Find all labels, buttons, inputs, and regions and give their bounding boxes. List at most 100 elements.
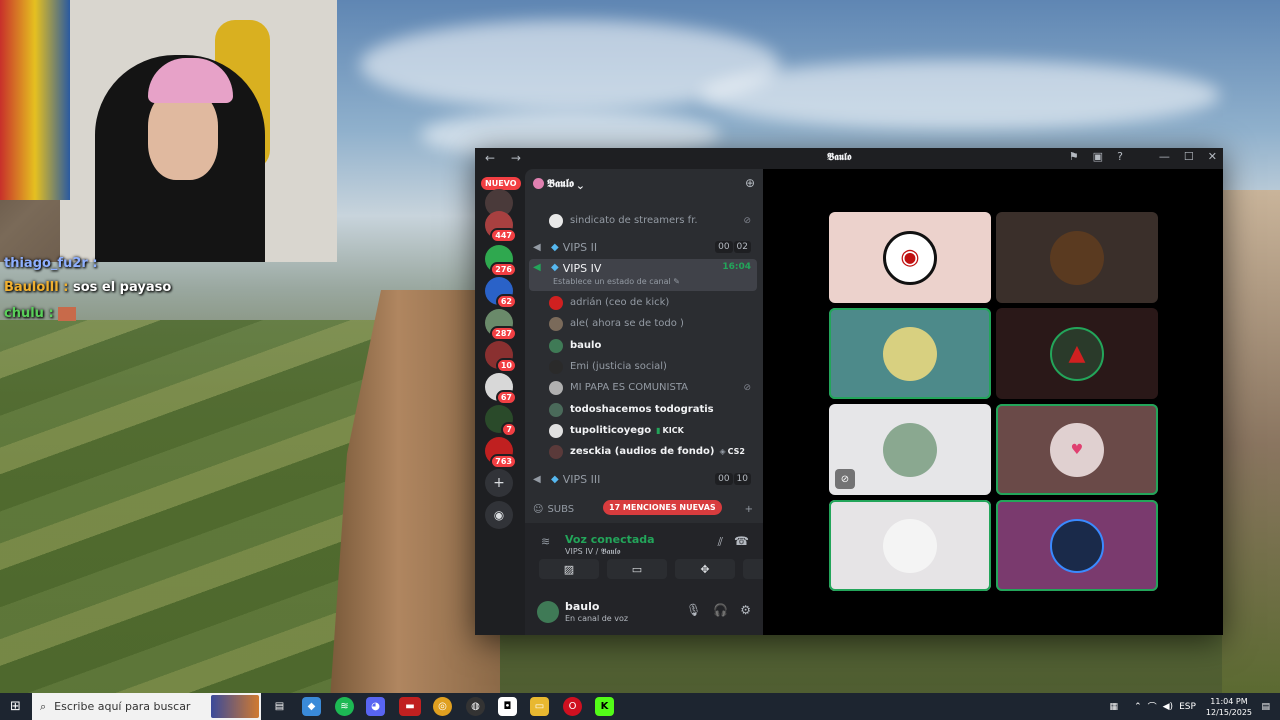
member-row[interactable]: MI PAPA ES COMUNISTA ⊘ xyxy=(549,378,757,397)
server-icon[interactable]: 7 xyxy=(485,405,517,437)
activity-tag: ▮ KICK xyxy=(656,426,684,435)
server-icon[interactable]: 67 xyxy=(485,373,517,405)
avatar xyxy=(883,422,937,477)
avatar: ♥ xyxy=(1050,422,1104,477)
game-icon: ◈ xyxy=(719,447,726,456)
voice-status[interactable]: Voz conectada xyxy=(565,533,655,546)
avatar[interactable] xyxy=(537,601,559,623)
member-name: Emi (justicia social) xyxy=(570,361,667,372)
server-rail: NUEVO 447 276 62 287 10 67 7 763 + ◉ xyxy=(475,169,525,635)
badge: 10 xyxy=(495,358,517,373)
kick-icon[interactable]: K xyxy=(595,697,614,716)
clock[interactable]: 11:04 PM 12/15/2025 xyxy=(1206,696,1252,718)
chevron-up-icon[interactable]: ⌃ xyxy=(1134,702,1142,712)
chrome-icon[interactable]: ◎ xyxy=(433,697,452,716)
screen-icon[interactable]: ▣ xyxy=(1093,150,1103,163)
new-mentions-pill[interactable]: 17 MENCIONES NUEVAS xyxy=(603,500,722,515)
count-b: 02 xyxy=(733,241,751,253)
participant-tile[interactable] xyxy=(829,308,991,399)
add-channel-icon[interactable]: + xyxy=(745,504,753,515)
opera-icon[interactable]: O xyxy=(563,697,582,716)
diamond-icon: ◆ xyxy=(551,262,559,273)
member-row[interactable]: baulo xyxy=(549,336,757,355)
mic-icon[interactable]: 🎙 xyxy=(686,603,701,617)
spotify-icon[interactable]: ≋ xyxy=(335,697,354,716)
discover-icon[interactable]: ◉ xyxy=(485,501,513,529)
participant-tile[interactable]: ♥ xyxy=(996,404,1158,495)
noise-suppression-icon[interactable]: ⫽ xyxy=(718,535,723,550)
count-a: 00 xyxy=(715,473,733,485)
member-row[interactable]: zesckia (audios de fondo) ◈ CS2 xyxy=(549,442,757,461)
channel-status[interactable]: Establece un estado de canal ✎ xyxy=(553,277,680,286)
tag-label: CS2 xyxy=(727,447,745,456)
windows-start-icon[interactable]: ⊞ xyxy=(10,699,21,714)
avatar xyxy=(883,518,937,573)
speaker-icon: ◀ xyxy=(533,262,541,273)
member-row[interactable]: ale( ahora se de todo ) xyxy=(549,314,757,333)
member-row[interactable]: Emi (justicia social) xyxy=(549,357,757,376)
app-icon[interactable]: ◘ xyxy=(498,697,517,716)
volume-icon[interactable]: ◀) xyxy=(1163,702,1173,712)
server-icon[interactable]: 10 xyxy=(485,341,517,373)
close-icon[interactable]: ✕ xyxy=(1208,150,1217,163)
notifications-icon[interactable]: ▤ xyxy=(1261,702,1270,712)
obs-icon[interactable]: ◍ xyxy=(466,697,485,716)
server-icon[interactable]: 276 xyxy=(485,245,517,277)
participant-tile[interactable] xyxy=(829,500,991,591)
screen-share-button[interactable]: ▭ xyxy=(607,559,667,579)
avatar xyxy=(549,423,563,438)
search-highlight-image xyxy=(211,695,259,718)
disconnect-icon[interactable]: ☎ xyxy=(734,534,749,548)
inbox-icon[interactable]: ⚑ xyxy=(1069,150,1079,163)
guild-header[interactable]: 𝕭𝖆𝖚𝖑𝖔 ⌄ ⊕ xyxy=(525,169,763,199)
camera-button[interactable]: ▨ xyxy=(539,559,599,579)
help-icon[interactable]: ? xyxy=(1117,150,1123,163)
discord-icon[interactable]: ◕ xyxy=(366,697,385,716)
voice-channel-vips4[interactable]: ◀ ◆ VIPS IV 16:04 Establece un estado de… xyxy=(529,259,757,291)
voice-channel-path[interactable]: VIPS IV / 𝕭𝖆𝖚𝖑𝖔 xyxy=(565,547,620,557)
window-title: 𝕭𝖆𝖚𝖑𝖔 xyxy=(827,152,852,163)
minimize-icon[interactable]: — xyxy=(1159,150,1170,163)
maximize-icon[interactable]: ☐ xyxy=(1184,150,1194,163)
widgets-icon[interactable]: ▦ xyxy=(1110,702,1119,712)
signal-icon: ≋ xyxy=(541,535,551,548)
avatar xyxy=(883,326,937,381)
invite-icon[interactable]: ⊕ xyxy=(745,176,755,190)
file-explorer-icon[interactable]: ▭ xyxy=(530,697,549,716)
username[interactable]: baulo xyxy=(565,600,599,613)
member-row[interactable]: todoshacemos todogratis xyxy=(549,400,757,419)
copilot-icon[interactable]: ◆ xyxy=(302,697,321,716)
category-subs[interactable]: ☺ SUBS 17 MENCIONES NUEVAS + xyxy=(533,499,755,519)
headphones-icon[interactable]: 🎧 xyxy=(713,603,728,617)
network-icon[interactable]: ⌒ xyxy=(1148,700,1157,713)
badge: 447 xyxy=(490,228,517,243)
member-name: tupoliticoyego xyxy=(570,425,652,436)
voice-channel-vips2[interactable]: ◀ ◆ VIPS II 00 02 xyxy=(529,237,757,257)
participant-tile[interactable] xyxy=(996,500,1158,591)
badge: 62 xyxy=(495,294,517,309)
task-view-icon[interactable]: ▤ xyxy=(270,697,289,716)
avatar xyxy=(549,213,563,228)
taskbar-search[interactable]: ⌕ Escribe aquí para buscar xyxy=(32,693,261,720)
member-row[interactable]: tupoliticoyego ▮ KICK xyxy=(549,421,757,440)
chat-username: chulu : xyxy=(4,306,54,321)
activities-button[interactable]: ✥ xyxy=(675,559,735,579)
member-row[interactable]: adrián (ceo de kick) xyxy=(549,293,757,312)
server-icon[interactable]: 763 xyxy=(485,437,517,469)
participant-tile[interactable]: ⊘ xyxy=(829,404,991,495)
tag-label: KICK xyxy=(662,426,684,435)
language-indicator[interactable]: ESP xyxy=(1179,702,1196,712)
history-nav[interactable]: ← → xyxy=(485,151,527,165)
search-placeholder: Escribe aquí para buscar xyxy=(54,700,191,713)
server-icon[interactable]: 62 xyxy=(485,277,517,309)
server-icon[interactable]: 287 xyxy=(485,309,517,341)
server-icon[interactable]: 447 xyxy=(485,211,517,243)
voicemeeter-icon[interactable]: ▬ xyxy=(399,697,421,716)
member-row[interactable]: sindicato de streamers fr. ⊘ xyxy=(549,211,757,230)
add-server-icon[interactable]: + xyxy=(485,469,513,497)
participant-tile[interactable] xyxy=(996,212,1158,303)
voice-channel-vips3[interactable]: ◀ ◆ VIPS III 00 10 xyxy=(529,469,757,489)
settings-icon[interactable]: ⚙ xyxy=(740,603,751,617)
participant-tile[interactable]: ▲ xyxy=(996,308,1158,399)
participant-tile[interactable]: ◉ xyxy=(829,212,991,303)
